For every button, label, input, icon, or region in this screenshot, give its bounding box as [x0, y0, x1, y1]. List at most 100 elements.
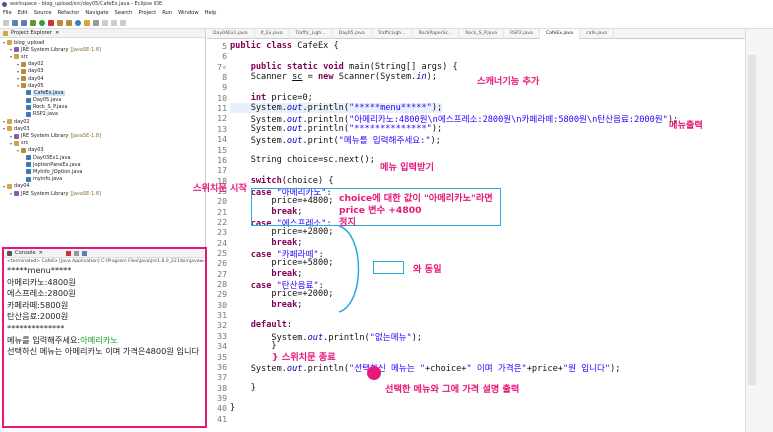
tree-item[interactable]: ▾ day02 — [0, 118, 205, 125]
code-line[interactable]: break; — [230, 238, 302, 248]
tree-item[interactable]: ▾ src — [0, 53, 205, 60]
next-annotation-icon[interactable] — [102, 19, 108, 26]
code-line[interactable]: public static void main(String[] args) { — [230, 62, 458, 72]
tree-item[interactable]: ▾ JRE System Library [JavaSE-1.8] — [0, 190, 205, 197]
tree-expand-icon[interactable]: ▾ — [10, 54, 12, 59]
console-close-icon[interactable]: ✕ — [39, 250, 43, 256]
back-icon[interactable] — [111, 19, 117, 26]
tree-item[interactable]: MyInfo_JOption.java — [0, 168, 205, 175]
menu-source[interactable]: Source — [34, 10, 52, 16]
save-all-icon[interactable] — [21, 19, 27, 26]
tree-expand-icon[interactable]: ▾ — [3, 184, 5, 189]
tree-expand-icon[interactable]: ▾ — [10, 47, 12, 52]
tree-item[interactable]: ▾ day03 — [0, 68, 205, 75]
tree-expand-icon[interactable]: ▾ — [17, 69, 19, 74]
tree-item[interactable]: ▾ JRE System Library [JavaSE-1.8] — [0, 46, 205, 53]
new-package-icon[interactable] — [66, 19, 72, 26]
tree-expand-icon[interactable]: ▾ — [3, 119, 5, 124]
tree-item[interactable]: Rock_S_P.java — [0, 104, 205, 111]
code-line[interactable]: System.out.print("메뉴를 입력해주세요:"); — [230, 134, 441, 146]
editor-tab[interactable]: Traffic_Ligh... — [290, 28, 333, 39]
console-line-text: 선택하신 메뉴는 아메리카노 이며 가격은4800원 입니다 — [7, 346, 200, 357]
explorer-close-icon[interactable]: ✕ — [55, 30, 59, 36]
tree-item[interactable]: ▾ src — [0, 140, 205, 147]
new-icon[interactable] — [3, 19, 9, 26]
code-line[interactable]: System.out.println("선택하신 메뉴는 "+choice+" … — [230, 362, 621, 374]
console-clear-icon[interactable] — [73, 250, 79, 256]
code-line[interactable]: int price=0; — [230, 93, 313, 103]
editor-tab[interactable]: TrafficLigh... — [372, 28, 413, 39]
tree-item[interactable]: ▾ JRE System Library [JavaSE-1.8] — [0, 132, 205, 139]
menu-navigate[interactable]: Navigate — [85, 10, 108, 16]
code-line[interactable]: String choice=sc.next(); — [230, 155, 375, 165]
menu-edit[interactable]: Edit — [18, 10, 28, 16]
menu-run[interactable]: Run — [162, 10, 172, 16]
new-java-project-icon[interactable] — [57, 19, 63, 26]
menu-file[interactable]: File — [3, 10, 12, 16]
tree-item[interactable]: Day03Ex1.java — [0, 154, 205, 161]
menu-window[interactable]: Window — [178, 10, 198, 16]
editor-tab[interactable]: RSP2.java — [504, 28, 540, 39]
tree-item[interactable]: ▾ day03 — [0, 125, 205, 132]
main-toolbar — [0, 17, 773, 29]
tree-item[interactable]: ▾ day04 — [0, 183, 205, 190]
tree-expand-icon[interactable]: ▾ — [10, 141, 12, 146]
code-line[interactable]: } — [230, 383, 256, 393]
line-number: 12 — [217, 113, 227, 124]
editor-tab[interactable]: Day04Ex1.java — [207, 28, 255, 39]
tree-expand-icon[interactable]: ▾ — [17, 148, 19, 153]
tree-item[interactable]: RSP2.java — [0, 111, 205, 118]
tree-expand-icon[interactable]: ▾ — [17, 83, 19, 88]
editor-tab[interactable]: If_Ex.java — [255, 28, 290, 39]
tree-expand-icon[interactable]: ▾ — [10, 134, 12, 139]
debug-icon[interactable] — [30, 19, 36, 26]
editor-tab[interactable]: Rock_S_P.java — [459, 28, 505, 39]
editor-tab[interactable]: Day05.java — [333, 28, 372, 39]
external-tools-icon[interactable] — [48, 19, 54, 26]
tree-expand-icon[interactable]: ▾ — [17, 76, 19, 81]
code-line[interactable]: price=+2000; — [230, 289, 333, 299]
code-line[interactable]: System.out.println("*****menu*****"); — [230, 103, 443, 114]
editor-tab[interactable]: RockPaperSc... — [413, 28, 460, 39]
tree-expand-icon[interactable]: ▾ — [3, 40, 5, 45]
tree-item-label: day05 — [28, 82, 44, 89]
code-line[interactable]: default: — [230, 320, 292, 330]
tree-item[interactable]: ▾ blog_upload — [0, 39, 205, 46]
menu-help[interactable]: Help — [205, 10, 217, 16]
console-pin-icon[interactable] — [81, 250, 87, 256]
save-icon[interactable] — [12, 19, 18, 26]
forward-icon[interactable] — [120, 19, 126, 26]
console-terminate-icon[interactable] — [65, 250, 71, 256]
editor-tab[interactable]: cafe.java — [580, 28, 614, 39]
tree-item[interactable]: JoptionPaneEx.java — [0, 161, 205, 168]
code-line[interactable]: price=+5800; — [230, 258, 333, 268]
tree-item[interactable]: ▾ day03 — [0, 147, 205, 154]
menu-project[interactable]: Project — [138, 10, 156, 16]
code-line[interactable]: } — [230, 403, 235, 413]
tree-item[interactable]: ▾ day04 — [0, 75, 205, 82]
run-icon[interactable] — [39, 19, 45, 26]
tree-item[interactable]: Day05.java — [0, 97, 205, 104]
open-type-icon[interactable] — [84, 19, 90, 26]
project-icon — [7, 119, 13, 125]
new-class-icon[interactable] — [75, 19, 81, 26]
tree-expand-icon[interactable]: ▾ — [17, 62, 19, 67]
tree-expand-icon[interactable]: ▾ — [3, 126, 5, 131]
code-line[interactable]: } — [230, 341, 276, 351]
code-line[interactable]: Scanner sc = new Scanner(System.in); — [230, 72, 437, 82]
code-line[interactable]: public class CafeEx { — [230, 41, 339, 51]
tree-item[interactable]: myinfo.java — [0, 176, 205, 183]
code-line[interactable]: System.out.println("**************"); — [230, 124, 443, 134]
editor-tab[interactable]: CafeEx.java — [539, 28, 581, 39]
tree-item[interactable]: CafeEx.java — [0, 89, 205, 96]
tree-item[interactable]: ▾ day05 — [0, 82, 205, 89]
menu-refactor[interactable]: Refactor — [58, 10, 80, 16]
search-icon[interactable] — [93, 19, 99, 26]
tree-item[interactable]: ▾ day02 — [0, 61, 205, 68]
code-line[interactable]: price=+2800; — [230, 227, 333, 237]
tree-expand-icon[interactable]: ▾ — [10, 191, 12, 196]
code-line[interactable]: break; — [230, 269, 302, 279]
menu-search[interactable]: Search — [115, 10, 133, 16]
editor-vertical-scrollbar[interactable] — [748, 55, 756, 385]
code-line[interactable]: break; — [230, 300, 302, 310]
